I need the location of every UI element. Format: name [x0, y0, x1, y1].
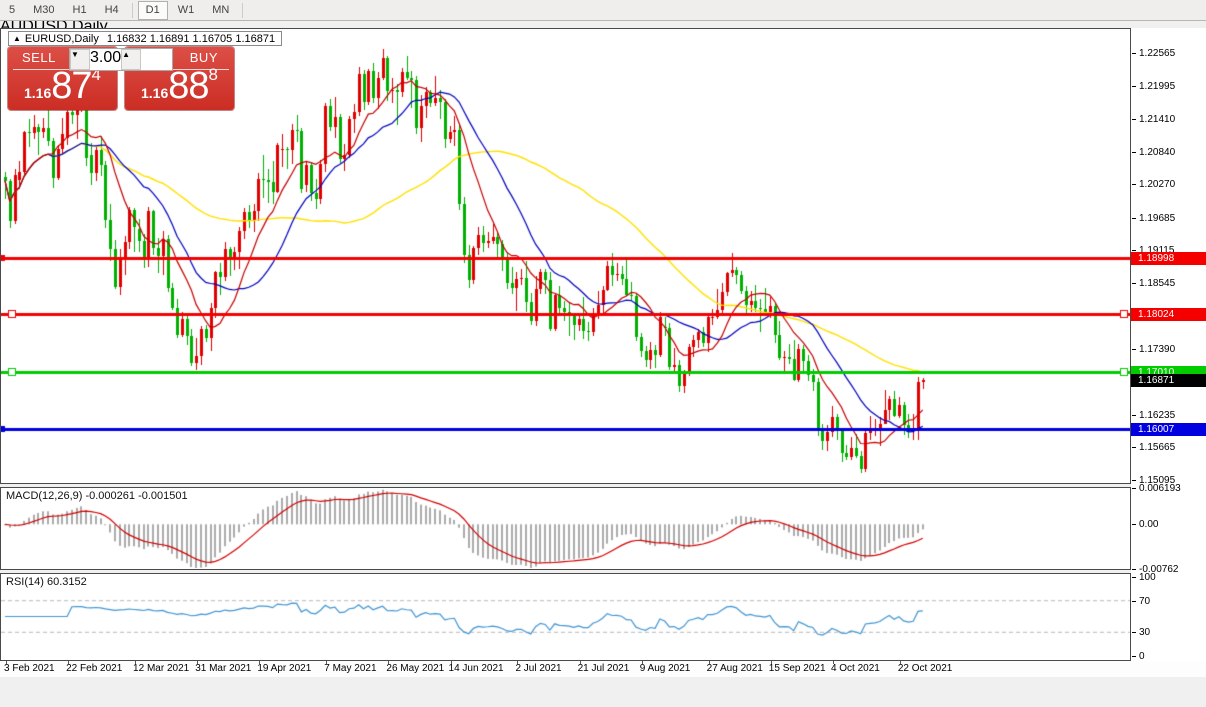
rsi-axis-tick: 30	[1132, 627, 1150, 638]
tick-dash	[1132, 85, 1136, 87]
timeframe-button-h4[interactable]: H4	[97, 1, 127, 20]
price-flag-1.18024: 1.18024	[1131, 307, 1206, 321]
time-axis-label: 22 Feb 2021	[66, 663, 123, 674]
volume-field[interactable]: 3.00	[90, 49, 121, 70]
rsi-axis-tick: 70	[1132, 596, 1150, 607]
toolbar-separator	[242, 2, 244, 18]
volume-spinner[interactable]: ▼ 3.00 ▲	[69, 48, 173, 71]
tick-dash	[1132, 348, 1136, 350]
volume-increase-icon[interactable]: ▲	[121, 49, 142, 70]
rsi-label: RSI(14) 60.3152	[6, 576, 87, 588]
volume-decrease-icon[interactable]: ▼	[70, 49, 90, 70]
timeframe-button-w1[interactable]: W1	[170, 1, 203, 20]
tick-dash	[1132, 53, 1136, 55]
toolbar-separator	[131, 2, 133, 18]
time-axis-label: 2 Jul 2021	[515, 663, 562, 674]
time-axis[interactable]: 3 Feb 2021 22 Feb 2021 12 Mar 2021 31 Mar 2…	[0, 661, 1206, 677]
time-axis-label: 22 Oct 2021	[897, 663, 953, 674]
price-axis-tick: 1.20840	[1132, 147, 1175, 158]
price-axis-tick: 1.19685	[1132, 213, 1175, 224]
price-flag-1.18998: 1.18998	[1131, 252, 1206, 266]
timeframe-toolbar: 5 M30 H1 H4 D1 W1 MN	[0, 0, 1206, 21]
tick-dash	[1132, 600, 1136, 602]
one-click-trading-panel: SELL 1.16874 BUY 1.16888 ▼ 3.00 ▲	[8, 47, 234, 110]
time-axis-label: 9 Aug 2021	[639, 663, 691, 674]
timeframe-button-h1[interactable]: H1	[65, 1, 95, 20]
price-axis-tick: 1.22565	[1132, 48, 1175, 59]
time-axis-label: 12 Mar 2021	[133, 663, 190, 674]
price-flag-1.16007: 1.16007	[1131, 422, 1206, 436]
chart-ohlc-values: 1.16832 1.16891 1.16705 1.16871	[106, 32, 276, 45]
timeframe-button-5[interactable]: 5	[1, 1, 23, 20]
time-axis-label: 26 May 2021	[386, 663, 445, 674]
chart-window: ▲ EURUSD,Daily 1.16832 1.16891 1.16705 1…	[0, 28, 1206, 677]
time-axis-label: 21 Jul 2021	[577, 663, 630, 674]
tick-dash	[1132, 119, 1136, 121]
price-axis-tick: 1.17390	[1132, 344, 1175, 355]
sell-price: 1.16874	[24, 65, 101, 107]
price-axis-tick: 1.21995	[1132, 81, 1175, 92]
timeframe-button-d1[interactable]: D1	[137, 0, 168, 20]
macd-axis-tick: 0.00	[1132, 519, 1158, 530]
price-axis-tick: 1.20270	[1132, 179, 1175, 190]
tick-dash	[1132, 151, 1136, 153]
time-axis-label: 3 Feb 2021	[4, 663, 55, 674]
chart-title-bar[interactable]: ▲ EURUSD,Daily 1.16832 1.16891 1.16705 1…	[8, 31, 283, 46]
time-axis-label: 7 May 2021	[324, 663, 377, 674]
tick-dash	[1132, 282, 1136, 284]
price-axis-tick: 1.18545	[1132, 278, 1175, 289]
time-axis-label: 15 Sep 2021	[768, 663, 826, 674]
tick-dash	[1132, 479, 1136, 481]
main-price-pane[interactable]: ▲ EURUSD,Daily 1.16832 1.16891 1.16705 1…	[0, 28, 1131, 484]
time-axis-label: 27 Aug 2021	[706, 663, 763, 674]
rsi-canvas[interactable]	[1, 574, 1130, 660]
tick-dash	[1132, 655, 1136, 657]
timeframe-button-m30[interactable]: M30	[25, 1, 62, 20]
tick-dash	[1132, 632, 1136, 634]
macd-label: MACD(12,26,9) -0.000261 -0.001501	[6, 490, 188, 502]
tick-dash	[1132, 217, 1136, 219]
tick-dash	[1132, 184, 1136, 186]
macd-axis-tick: 0.006193	[1132, 483, 1181, 494]
price-axis-tick: 1.15665	[1132, 442, 1175, 453]
price-axis-tick: 1.16235	[1132, 410, 1175, 421]
macd-indicator-pane[interactable]: MACD(12,26,9) -0.000261 -0.001501	[0, 487, 1131, 570]
tick-dash	[1132, 524, 1136, 526]
price-flag-1.16871: 1.16871	[1131, 373, 1206, 387]
time-axis-label: 4 Oct 2021	[830, 663, 880, 674]
mt4-window: 5 M30 H1 H4 D1 W1 MN ▲ EURUSD,Daily 1.16832 1.…	[0, 0, 1206, 707]
tick-dash	[1132, 447, 1136, 449]
timeframe-button-mn[interactable]: MN	[204, 1, 237, 20]
price-axis-tick: 1.21410	[1132, 114, 1175, 125]
chart-symbol-label: EURUSD,Daily	[24, 32, 99, 45]
tick-dash	[1132, 487, 1136, 489]
time-axis-label: 31 Mar 2021	[195, 663, 252, 674]
tick-dash	[1132, 568, 1136, 570]
rsi-axis-tick: 100	[1132, 572, 1156, 583]
time-axis-label: 14 Jun 2021	[448, 663, 504, 674]
time-axis-label: 19 Apr 2021	[257, 663, 312, 674]
tick-dash	[1132, 414, 1136, 416]
tick-dash	[1132, 576, 1136, 578]
collapse-panel-icon[interactable]: ▲	[13, 34, 21, 43]
buy-price: 1.16888	[141, 65, 218, 107]
rsi-indicator-pane[interactable]: RSI(14) 60.3152	[0, 573, 1131, 661]
price-axis[interactable]: 1.22565 1.21995 1.21410 1.20840 1.20270 1.196…	[1131, 28, 1206, 662]
